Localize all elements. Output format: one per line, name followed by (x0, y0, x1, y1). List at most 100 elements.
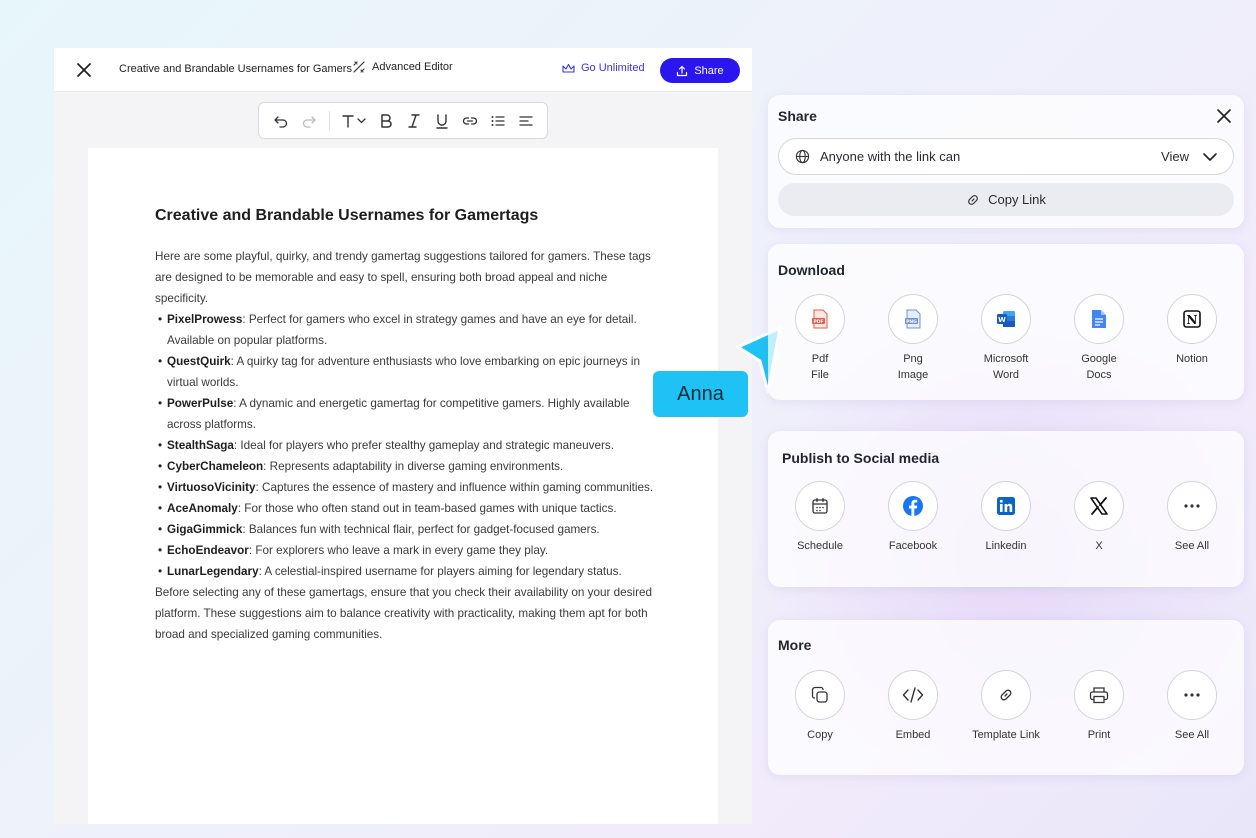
copy-button[interactable]: Copy (774, 670, 866, 743)
print-button[interactable]: Print (1053, 670, 1145, 743)
globe-icon (795, 149, 810, 164)
download-item-label: Pdf File (811, 353, 829, 381)
list-item-name: GigaGimmick (167, 523, 243, 536)
social-item-label: X (1095, 540, 1103, 552)
list-item: AceAnomaly: For those who often stand ou… (155, 498, 655, 519)
list-item: QuestQuirk: A quirky tag for adventure e… (155, 351, 655, 393)
crown-icon (562, 63, 575, 73)
bold-icon (381, 113, 392, 128)
text-type-icon (342, 114, 366, 128)
bold-button[interactable] (372, 107, 400, 135)
advanced-editor-button[interactable]: Advanced Editor (352, 60, 453, 74)
username-list: PixelProwess: Perfect for gamers who exc… (155, 309, 655, 582)
more-panel: More Copy Embed Template Link Print See … (768, 620, 1244, 775)
link-icon (981, 670, 1031, 720)
document-body: Here are some playful, quirky, and trend… (155, 246, 655, 645)
social-see-all-button[interactable]: See All (1146, 481, 1238, 554)
italic-icon (408, 113, 420, 128)
editor-topbar: Creative and Brandable Usernames for Gam… (54, 48, 752, 92)
social-item-label: Schedule (797, 540, 843, 552)
social-panel-title: Publish to Social media (782, 450, 940, 466)
schedule-button[interactable]: Schedule (774, 481, 866, 554)
list-item: LunarLegendary: A celestial-inspired use… (155, 561, 655, 582)
download-word-button[interactable]: W Microsoft Word (960, 294, 1052, 383)
social-panel: Publish to Social media Schedule Faceboo… (768, 431, 1244, 587)
text-style-dropdown[interactable] (336, 107, 372, 135)
share-button-label: Share (694, 64, 724, 77)
close-icon[interactable] (74, 60, 94, 80)
link-icon (968, 194, 979, 205)
png-icon: PNG (888, 294, 938, 344)
copy-link-label: Copy Link (988, 192, 1046, 207)
embed-button[interactable]: Embed (867, 670, 959, 743)
go-unlimited-label: Go Unlimited (581, 62, 645, 74)
list-item-desc: : Captures the essence of mastery and in… (255, 481, 654, 494)
svg-text:PNG: PNG (906, 319, 917, 325)
list-item: CyberChameleon: Represents adaptability … (155, 456, 655, 477)
x-button[interactable]: X (1053, 481, 1145, 554)
collaborator-name-tag: Anna (653, 371, 748, 417)
underline-button[interactable] (428, 107, 456, 135)
code-icon (888, 670, 938, 720)
more-item-label: See All (1174, 729, 1210, 741)
list-item-name: CyberChameleon (167, 460, 264, 473)
list-item-name: StealthSaga (167, 439, 234, 452)
bullet-list-button[interactable] (484, 107, 512, 135)
facebook-button[interactable]: Facebook (867, 481, 959, 554)
list-item: EchoEndeavor: For explorers who leave a … (155, 540, 655, 561)
svg-text:N: N (1187, 313, 1198, 327)
copy-link-button[interactable]: Copy Link (778, 183, 1234, 216)
undo-button[interactable] (267, 107, 295, 135)
underline-icon (436, 113, 448, 129)
redo-button[interactable] (295, 107, 323, 135)
more-item-label: Copy (807, 729, 833, 741)
link-access-dropdown[interactable]: Anyone with the link can View (778, 138, 1234, 175)
share-panel: Share Anyone with the link can View Copy… (768, 95, 1244, 228)
undo-icon (274, 115, 288, 128)
download-google-docs-button[interactable]: Google Docs (1053, 294, 1145, 383)
chevron-down-icon (1203, 152, 1217, 161)
upload-icon (677, 65, 688, 76)
facebook-icon (888, 481, 938, 531)
download-item-label: Google Docs (1081, 353, 1117, 381)
go-unlimited-button[interactable]: Go Unlimited (562, 62, 645, 74)
advanced-editor-label: Advanced Editor (372, 61, 453, 73)
share-button[interactable]: Share (660, 58, 740, 83)
svg-text:PDF: PDF (813, 319, 823, 325)
download-item-label: Notion (1176, 353, 1208, 365)
list-item-desc: : Ideal for players who prefer stealthy … (233, 439, 614, 452)
download-png-button[interactable]: PNG Png Image (867, 294, 959, 383)
list-item: GigaGimmick: Balances fun with technical… (155, 519, 655, 540)
list-item-desc: : Balances fun with technical flair, per… (242, 523, 600, 536)
download-notion-button[interactable]: N Notion (1146, 294, 1238, 367)
format-toolbar (258, 102, 548, 139)
list-item: StealthSaga: Ideal for players who prefe… (155, 435, 655, 456)
list-item-name: LunarLegendary (167, 565, 259, 578)
more-panel-title: More (778, 637, 812, 653)
download-pdf-button[interactable]: PDF Pdf File (774, 294, 866, 383)
link-icon (462, 116, 478, 125)
google-docs-icon (1074, 294, 1124, 344)
more-icon (1167, 670, 1217, 720)
more-item-label: Print (1087, 729, 1111, 741)
linkedin-icon (981, 481, 1031, 531)
document-heading: Creative and Brandable Usernames for Gam… (155, 207, 539, 224)
italic-button[interactable] (400, 107, 428, 135)
pdf-icon: PDF (795, 294, 845, 344)
more-see-all-button[interactable]: See All (1146, 670, 1238, 743)
link-button[interactable] (456, 107, 484, 135)
list-item-desc: : For those who often stand out in team-… (237, 502, 617, 515)
close-icon[interactable] (1216, 108, 1232, 124)
linkedin-button[interactable]: Linkedin (960, 481, 1052, 554)
list-item-name: EchoEndeavor (167, 544, 249, 557)
download-item-label: Microsoft Word (983, 353, 1029, 381)
template-link-button[interactable]: Template Link (960, 670, 1052, 743)
list-item: PixelProwess: Perfect for gamers who exc… (155, 309, 655, 351)
intro-paragraph: Here are some playful, quirky, and trend… (155, 250, 651, 305)
document-page[interactable]: Creative and Brandable Usernames for Gam… (88, 148, 718, 824)
copy-icon (795, 670, 845, 720)
list-item-name: PowerPulse (167, 397, 234, 410)
list-item-name: AceAnomaly (167, 502, 238, 515)
list-item: VirtuosoVicinity: Captures the essence o… (155, 477, 655, 498)
align-button[interactable] (512, 107, 540, 135)
